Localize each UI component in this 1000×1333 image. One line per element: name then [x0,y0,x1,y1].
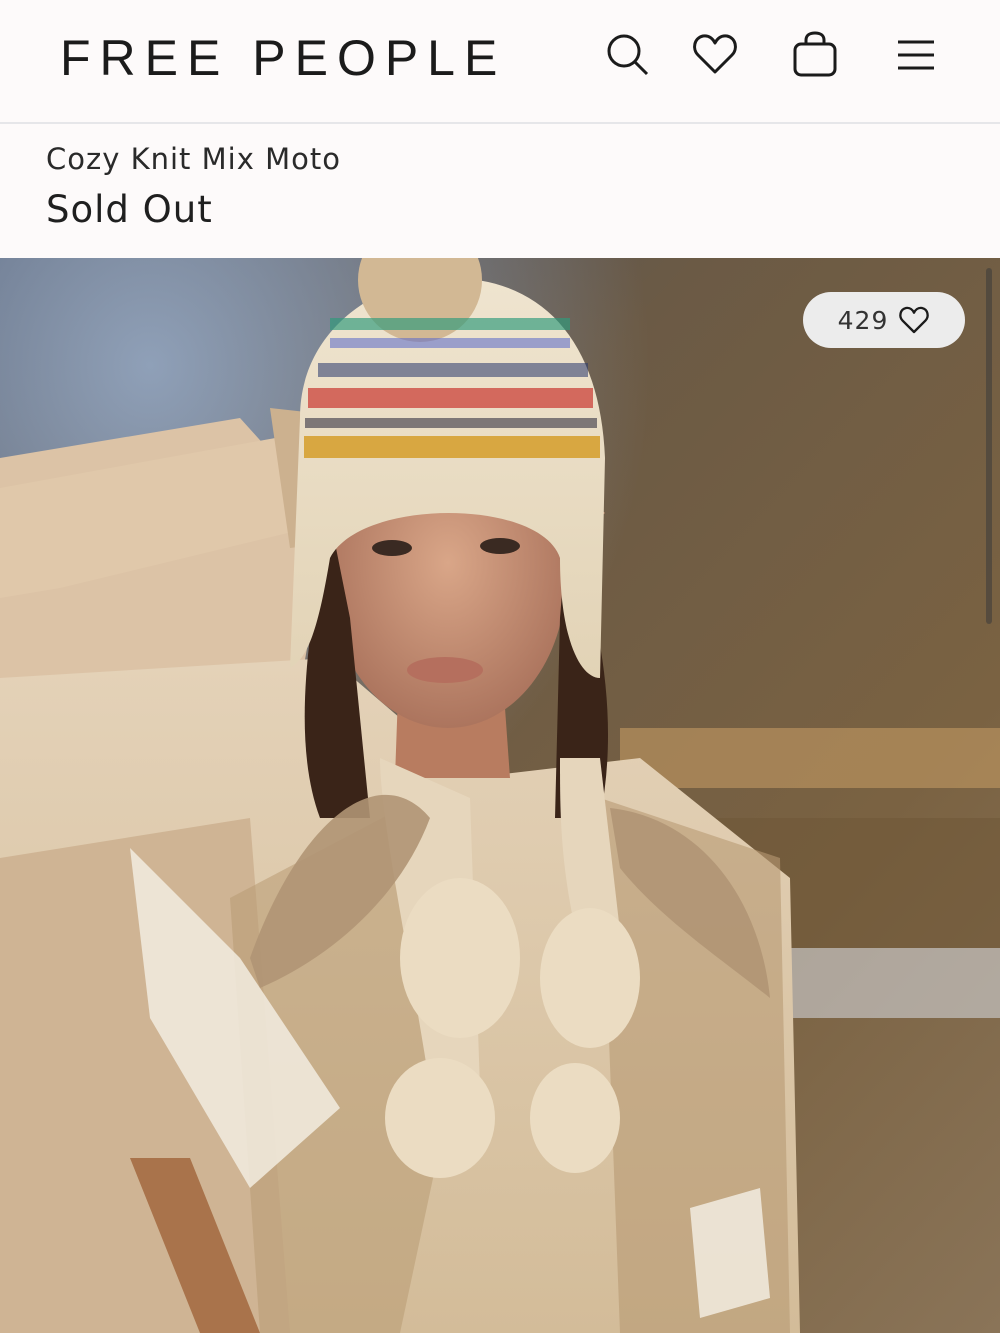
site-header: FREE PEOPLE [0,0,1000,124]
heart-icon [898,304,930,336]
hamburger-menu-icon [898,40,934,70]
favorite-count-button[interactable]: 429 [803,292,965,348]
product-name: Cozy Knit Mix Moto [46,142,341,176]
scrollbar[interactable] [986,268,992,624]
product-photo [0,258,1000,1333]
product-image[interactable] [0,258,1000,1333]
heart-icon [693,34,737,74]
favorite-count: 429 [837,305,889,335]
brand-logo[interactable]: FREE PEOPLE [60,30,506,86]
product-status: Sold Out [46,188,213,231]
shopping-bag-icon [793,31,837,77]
wishlist-button[interactable] [691,30,739,78]
shopping-bag-button[interactable] [791,30,839,78]
menu-button[interactable] [892,30,940,78]
search-button[interactable] [603,30,651,78]
search-icon [607,34,649,76]
product-info: Cozy Knit Mix Moto Sold Out [0,124,1000,258]
